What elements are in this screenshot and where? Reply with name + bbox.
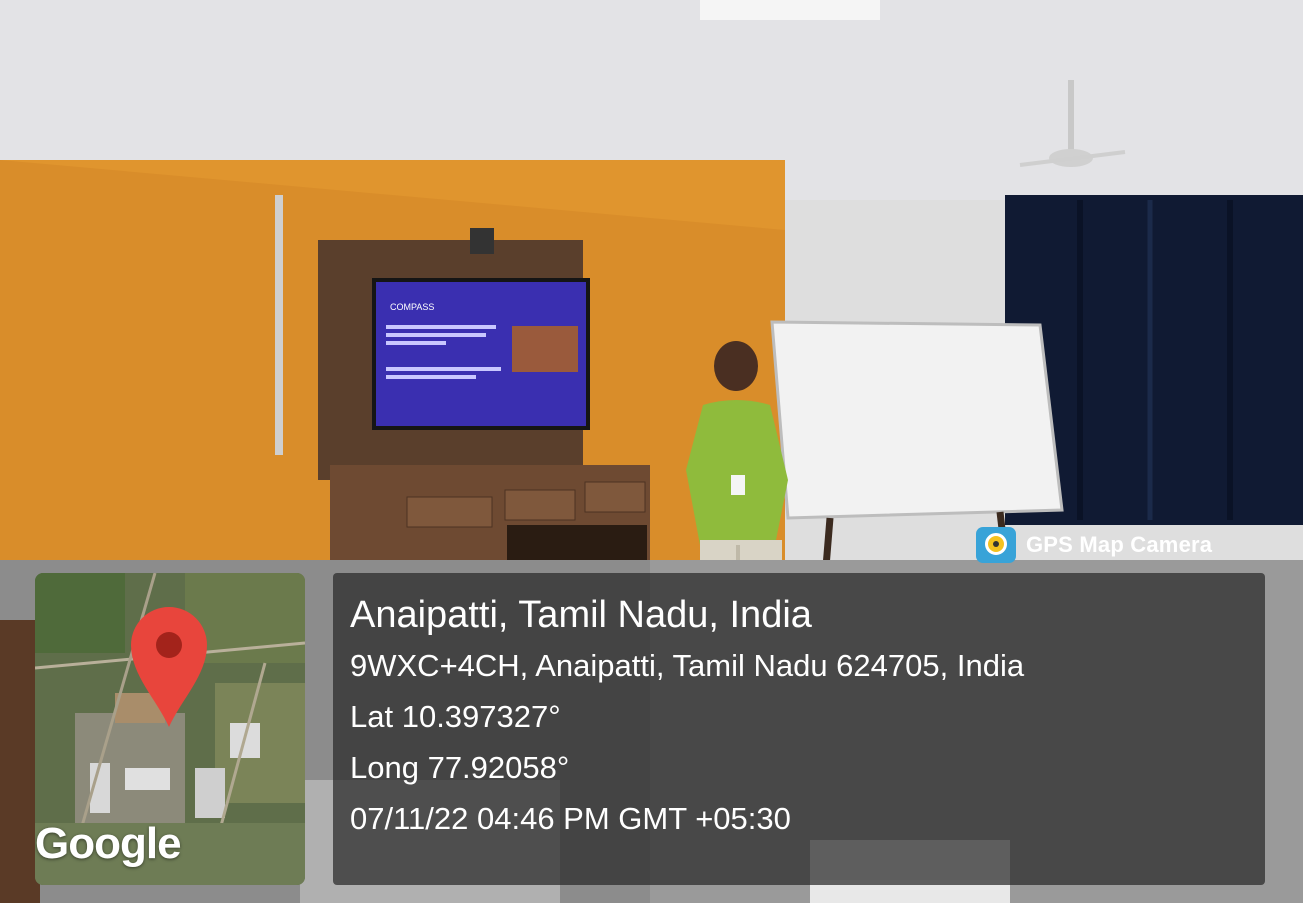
timestamp: 07/11/22 04:46 PM GMT +05:30 — [350, 801, 791, 836]
camera-pin-icon — [976, 527, 1016, 563]
google-logo: Google — [35, 819, 182, 868]
location-info: Anaipatti, Tamil Nadu, India 9WXC+4CH, A… — [350, 590, 1024, 844]
app-name: GPS Map Camera — [1026, 532, 1213, 557]
whiteboard — [770, 320, 1064, 520]
slide-title: COMPASS — [390, 302, 435, 312]
longitude: Long 77.92058° — [350, 750, 570, 785]
app-badge: GPS Map Camera — [968, 522, 1220, 568]
photo-scene: GPS Map Camera Google Anaipatti, Tamil N… — [0, 0, 1303, 903]
location-pin-icon — [131, 607, 207, 727]
latitude: Lat 10.397327° — [350, 699, 561, 734]
address: 9WXC+4CH, Anaipatti, Tamil Nadu 624705, … — [350, 648, 1025, 683]
satellite-map: Google — [35, 573, 305, 885]
place-name: Anaipatti, Tamil Nadu, India — [350, 594, 812, 636]
